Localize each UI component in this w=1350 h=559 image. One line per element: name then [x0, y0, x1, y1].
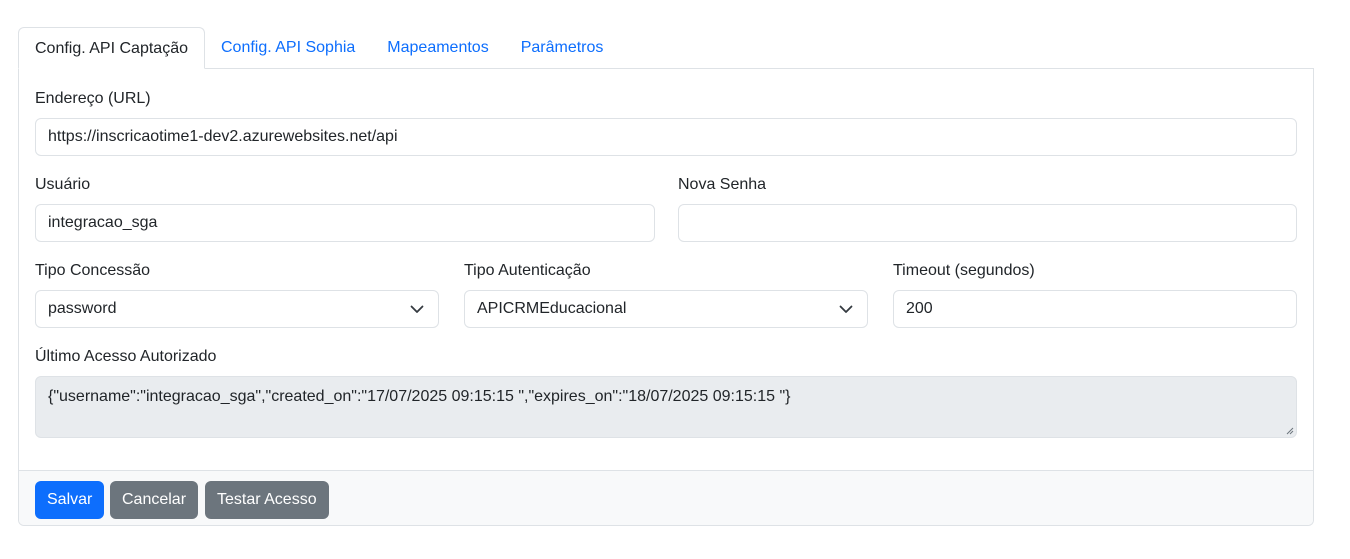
- resize-grip-icon[interactable]: [1284, 425, 1294, 435]
- timeout-input[interactable]: 200: [893, 290, 1297, 328]
- user-input[interactable]: integracao_sga: [35, 204, 655, 242]
- grant-type-select[interactable]: password: [35, 290, 439, 328]
- url-input[interactable]: https://inscricaotime1-dev2.azurewebsite…: [35, 118, 1297, 156]
- tab-parametros[interactable]: Parâmetros: [505, 27, 620, 69]
- auth-type-value: APICRMEducacional: [477, 300, 627, 317]
- tab-divider: [18, 68, 1314, 69]
- tab-config-api-captacao[interactable]: Config. API Captação: [18, 27, 205, 69]
- timeout-label: Timeout (segundos): [893, 262, 1035, 279]
- last-access-textarea[interactable]: {"username":"integracao_sga","created_on…: [35, 376, 1297, 438]
- grant-type-label: Tipo Concessão: [35, 262, 151, 279]
- url-label: Endereço (URL): [35, 90, 151, 107]
- tab-bar: Config. API Captação Config. API Sophia …: [18, 27, 619, 69]
- last-access-value: {"username":"integracao_sga","created_on…: [48, 388, 791, 405]
- cancel-button[interactable]: Cancelar: [110, 481, 199, 519]
- config-form-card: Endereço (URL) https://inscricaotime1-de…: [18, 68, 1314, 526]
- test-access-button[interactable]: Testar Acesso: [205, 481, 329, 519]
- chevron-down-icon: [410, 305, 424, 313]
- auth-type-select[interactable]: APICRMEducacional: [464, 290, 868, 328]
- user-label: Usuário: [35, 176, 91, 193]
- auth-type-label: Tipo Autenticação: [464, 262, 591, 279]
- chevron-down-icon: [839, 305, 853, 313]
- new-password-label: Nova Senha: [678, 176, 767, 193]
- grant-type-value: password: [48, 300, 117, 317]
- card-footer: Salvar Cancelar Testar Acesso: [19, 470, 1313, 525]
- tab-mapeamentos[interactable]: Mapeamentos: [371, 27, 504, 69]
- new-password-input[interactable]: [678, 204, 1297, 242]
- tab-config-api-sophia[interactable]: Config. API Sophia: [205, 27, 371, 69]
- save-button[interactable]: Salvar: [35, 481, 105, 519]
- last-access-label: Último Acesso Autorizado: [35, 348, 217, 365]
